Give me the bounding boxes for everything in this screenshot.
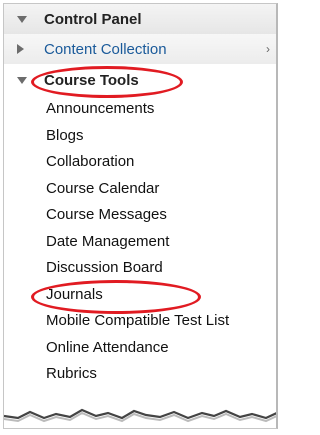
content-collection-item[interactable]: Content Collection › (4, 34, 276, 65)
tool-discussion-board[interactable]: Discussion Board (46, 255, 229, 282)
content-collection-label[interactable]: Content Collection (44, 41, 167, 58)
course-tools-list: Announcements Blogs Collaboration Course… (46, 96, 229, 388)
control-panel-title[interactable]: Control Panel (44, 11, 142, 28)
tool-date-management[interactable]: Date Management (46, 229, 229, 256)
tool-course-messages[interactable]: Course Messages (46, 202, 229, 229)
tool-announcements[interactable]: Announcements (46, 96, 229, 123)
tool-mobile-compatible-test-list[interactable]: Mobile Compatible Test List (46, 308, 229, 335)
course-tools-header[interactable]: Course Tools (4, 64, 276, 96)
tool-online-attendance[interactable]: Online Attendance (46, 335, 229, 362)
control-panel-header[interactable]: Control Panel (4, 4, 276, 35)
tool-rubrics[interactable]: Rubrics (46, 361, 229, 388)
tool-blogs[interactable]: Blogs (46, 123, 229, 150)
tool-collaboration[interactable]: Collaboration (46, 149, 229, 176)
triangle-down-icon[interactable] (17, 15, 27, 23)
triangle-right-icon[interactable] (17, 44, 24, 54)
course-tools-title[interactable]: Course Tools (44, 72, 139, 89)
tool-journals[interactable]: Journals (46, 282, 229, 309)
chevron-right-icon[interactable]: › (266, 42, 270, 56)
triangle-down-icon[interactable] (17, 76, 27, 84)
torn-edge (4, 408, 276, 428)
tool-course-calendar[interactable]: Course Calendar (46, 176, 229, 203)
control-panel-menu: Control Panel Content Collection › Cours… (3, 3, 278, 429)
